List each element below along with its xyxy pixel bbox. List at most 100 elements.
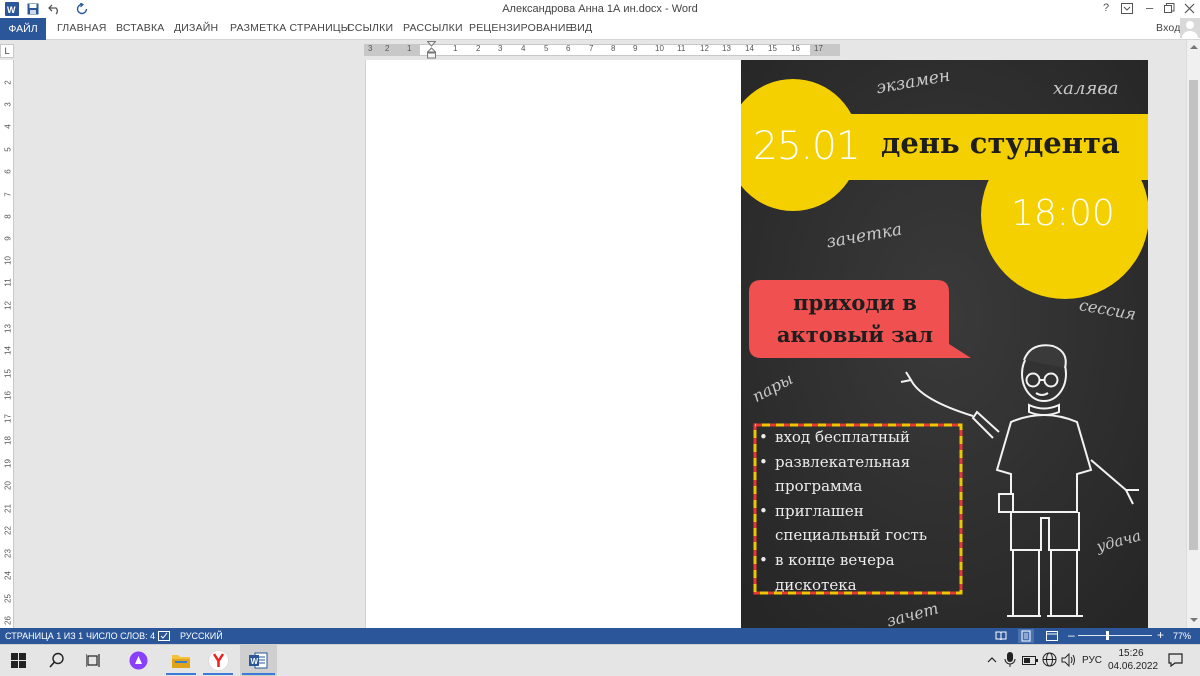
indent-marker-icon[interactable] xyxy=(427,41,436,59)
ruler-number: 5 xyxy=(3,147,13,152)
battery-icon[interactable] xyxy=(1022,654,1038,666)
print-layout-icon[interactable] xyxy=(1018,629,1034,643)
ruler-number: 8 xyxy=(611,44,616,53)
ruler-number: 20 xyxy=(3,481,13,490)
alice-icon[interactable] xyxy=(129,651,148,670)
horizontal-ruler[interactable]: 3 2 1 1 2 3 4 5 6 7 8 9 10 11 12 13 14 1… xyxy=(364,41,840,59)
ruler-number: 15 xyxy=(768,44,777,53)
ribbon-display-options-icon[interactable] xyxy=(1121,3,1133,14)
clock-time: 15:26 xyxy=(1118,648,1144,659)
show-hidden-icons-icon[interactable] xyxy=(987,656,997,664)
page-count[interactable]: СТРАНИЦА 1 ИЗ 1 xyxy=(5,631,83,641)
network-globe-icon[interactable] xyxy=(1042,652,1057,667)
ruler-number: 8 xyxy=(3,214,13,219)
list-item-cont: специальный гость xyxy=(775,526,928,545)
task-view-icon[interactable] xyxy=(86,653,102,668)
list-item: • вход бесплатный xyxy=(759,428,910,446)
ruler-number: 3 xyxy=(498,44,503,53)
microphone-icon[interactable] xyxy=(1004,651,1016,669)
ruler-number: 16 xyxy=(3,391,13,400)
tab-insert[interactable]: ВСТАВКА xyxy=(116,22,164,34)
close-icon[interactable] xyxy=(1184,3,1195,14)
bubble-line: актовый зал xyxy=(776,322,934,347)
ruler-number: 9 xyxy=(633,44,638,53)
ruler-number: 12 xyxy=(700,44,709,53)
zoom-level[interactable]: 77% xyxy=(1173,631,1191,641)
ruler-number: 13 xyxy=(722,44,731,53)
restore-icon[interactable] xyxy=(1164,3,1175,14)
sign-in-link[interactable]: Вход xyxy=(1156,22,1181,34)
ruler-number: 17 xyxy=(814,44,823,53)
scroll-down-icon[interactable] xyxy=(1189,616,1199,624)
ruler-number: 4 xyxy=(521,44,526,53)
user-avatar-icon[interactable] xyxy=(1180,18,1200,38)
tab-mailings[interactable]: РАССЫЛКИ xyxy=(403,22,463,34)
scroll-thumb[interactable] xyxy=(1189,80,1198,550)
web-layout-icon[interactable] xyxy=(1046,631,1058,641)
ruler-number: 4 xyxy=(3,124,13,129)
tab-home[interactable]: ГЛАВНАЯ xyxy=(57,22,107,34)
list-item-cont: программа xyxy=(775,477,863,496)
ruler-number: 18 xyxy=(3,436,13,445)
document-page[interactable]: экзамен халява зачетка сессия пары удача… xyxy=(365,60,1148,628)
search-icon[interactable] xyxy=(49,652,65,668)
word-icon[interactable]: W xyxy=(249,652,268,669)
tab-selector[interactable]: L xyxy=(0,44,14,58)
file-explorer-icon[interactable] xyxy=(171,652,191,669)
ruler-number: 24 xyxy=(3,571,13,580)
ruler-number: 7 xyxy=(589,44,594,53)
ruler-number: 5 xyxy=(544,44,549,53)
language-status[interactable]: РУССКИЙ xyxy=(180,631,223,641)
list-item-cont: дискотека xyxy=(775,575,857,594)
event-date: 25.01 xyxy=(753,124,861,169)
notifications-icon[interactable] xyxy=(1168,653,1183,667)
ruler-number: 22 xyxy=(3,526,13,535)
title-bar: W Александрова Анна 1А ин.docx - Word ? … xyxy=(0,0,1200,18)
windows-start-icon[interactable] xyxy=(11,653,26,668)
ruler-number: 19 xyxy=(3,459,13,468)
ruler-number: 9 xyxy=(3,236,13,241)
ruler-number: 13 xyxy=(3,324,13,333)
ruler-number: 3 xyxy=(368,44,373,53)
windows-taskbar: W РУС 15:26 04.06.2022 xyxy=(0,644,1200,676)
tab-references[interactable]: ССЫЛКИ xyxy=(347,22,393,34)
tab-page-layout[interactable]: РАЗМЕТКА СТРАНИЦЫ xyxy=(230,22,350,34)
ruler-number: 2 xyxy=(385,44,390,53)
zoom-slider-thumb[interactable] xyxy=(1106,631,1109,640)
poster-image[interactable]: экзамен халява зачетка сессия пары удача… xyxy=(741,60,1148,628)
tab-design[interactable]: ДИЗАЙН xyxy=(174,22,218,34)
list-item: • приглашен xyxy=(759,501,864,520)
minimize-button[interactable]: – xyxy=(1146,0,1153,15)
ruler-number: 12 xyxy=(3,301,13,310)
volume-icon[interactable] xyxy=(1061,653,1076,667)
ruler-number: 14 xyxy=(745,44,754,53)
ruler-number: 6 xyxy=(3,169,13,174)
ruler-number: 11 xyxy=(3,278,13,287)
bubble-line: приходи в xyxy=(793,290,917,315)
zoom-out-button[interactable]: – xyxy=(1068,628,1075,642)
scroll-up-icon[interactable] xyxy=(1189,43,1199,51)
ruler-number: 1 xyxy=(407,44,412,53)
input-language[interactable]: РУС xyxy=(1082,655,1102,666)
tab-file[interactable]: ФАЙЛ xyxy=(0,18,46,40)
ruler-number: 11 xyxy=(677,44,686,53)
yandex-browser-icon[interactable] xyxy=(208,650,229,671)
zoom-slider[interactable] xyxy=(1078,635,1152,636)
ruler-number: 7 xyxy=(3,192,13,197)
clock[interactable]: 15:26 04.06.2022 xyxy=(1108,647,1158,673)
ruler-number: 10 xyxy=(3,256,13,265)
window-title: Александрова Анна 1А ин.docx - Word xyxy=(502,3,698,15)
ruler-number: 14 xyxy=(3,346,13,355)
word-count[interactable]: ЧИСЛО СЛОВ: 4 xyxy=(86,631,155,641)
proofing-icon[interactable] xyxy=(158,631,170,641)
ruler-number: 10 xyxy=(655,44,664,53)
read-mode-icon[interactable] xyxy=(995,631,1007,641)
tab-review[interactable]: РЕЦЕНЗИРОВАНИЕ xyxy=(469,22,573,34)
help-button[interactable]: ? xyxy=(1103,2,1109,14)
zoom-in-button[interactable]: + xyxy=(1157,628,1164,642)
vertical-scrollbar[interactable] xyxy=(1186,40,1200,628)
tab-view[interactable]: ВИД xyxy=(570,22,592,34)
ruler-number: 2 xyxy=(3,80,13,85)
ruler-number: 23 xyxy=(3,549,13,558)
vertical-ruler[interactable]: 2 3 4 5 6 7 8 9 10 11 12 13 14 15 16 17 … xyxy=(0,60,14,628)
